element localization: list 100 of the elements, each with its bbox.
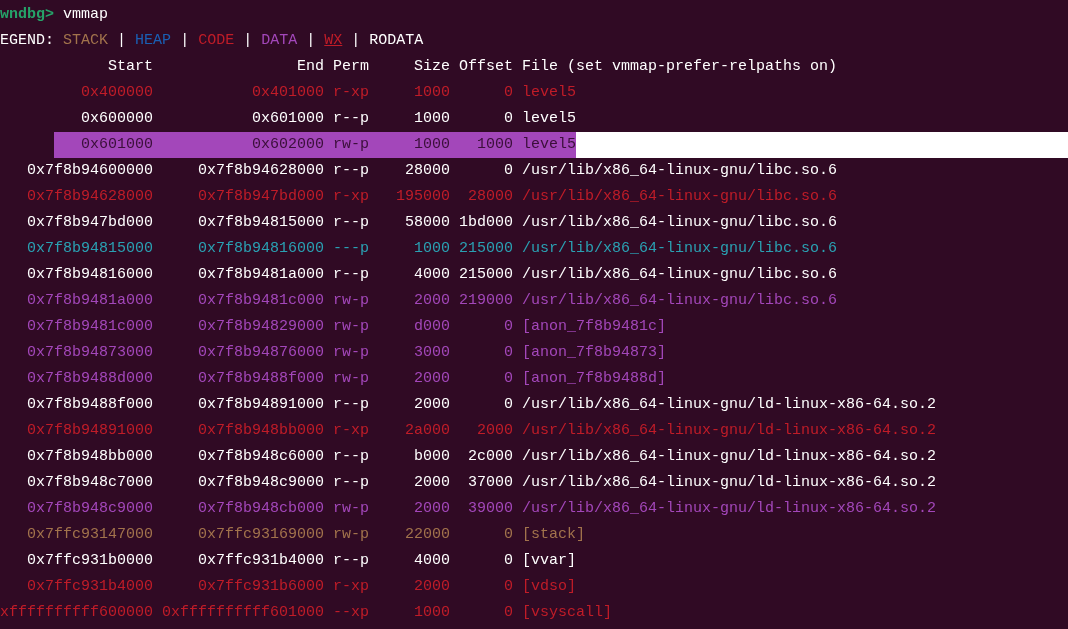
table-cell-text: 0: [503, 369, 514, 389]
table-cell-text: 2000: [413, 473, 451, 493]
table-cell-text: rw-p: [333, 135, 370, 155]
table-cell-text: xffffffffff600000: [0, 603, 153, 623]
table-cell-text: --xp: [333, 603, 370, 623]
table-cell-text: 0x601000: [251, 109, 325, 129]
table-cell-text: 1bd000: [458, 213, 514, 233]
table-cell-text: r--p: [333, 265, 370, 285]
table-cell-text: 0: [503, 317, 514, 337]
table-cell-text: r--p: [333, 161, 370, 181]
command-text: vmmap: [63, 6, 109, 23]
table-cell-text: r-xp: [333, 187, 370, 207]
table-cell-text: 0: [503, 109, 514, 129]
table-cell-text: 0x7ffc93169000: [197, 525, 325, 545]
table-cell-text: 2000: [413, 395, 451, 415]
table-cell-text: 1000: [413, 239, 451, 259]
table-cell-text: level5: [522, 83, 577, 103]
legend-item: DATA: [261, 32, 298, 49]
table-cell-text: /usr/lib/x86_64-linux-gnu/ld-linux-x86-64.so.2: [522, 499, 937, 519]
table-cell-text: 0x7f8b948bb000: [26, 447, 153, 467]
table-cell-text: 2000: [413, 577, 451, 597]
legend-separator: |: [351, 32, 361, 49]
table-cell-text: 28000: [467, 187, 514, 207]
table-cell-text: 0x7f8b9488f000: [197, 369, 325, 389]
table-cell-text: rw-p: [333, 525, 370, 545]
table-cell-text: /usr/lib/x86_64-linux-gnu/libc.so.6: [522, 187, 838, 207]
table-cell-text: 0x7f8b948c6000: [197, 447, 325, 467]
table-cell-text: 2c000: [467, 447, 514, 467]
table-cell-text: 1000: [413, 109, 451, 129]
table-cell-text: 0x7f8b9488f000: [26, 395, 153, 415]
table-cell-text: /usr/lib/x86_64-linux-gnu/ld-linux-x86-64.so.2: [522, 421, 937, 441]
table-cell-text: /usr/lib/x86_64-linux-gnu/ld-linux-x86-64.so.2: [522, 473, 937, 493]
table-cell-text: 0x7f8b947bd000: [197, 187, 325, 207]
table-cell-text: 0x7f8b9481a000: [26, 291, 153, 311]
table-cell-text: 1000: [476, 135, 514, 155]
table-cell-text: 0: [503, 577, 514, 597]
table-cell-text: 0x602000: [251, 135, 325, 155]
column-header: Offset: [458, 57, 514, 77]
table-cell-text: 215000: [458, 239, 514, 259]
table-cell-text: 215000: [458, 265, 514, 285]
table-cell-text: 0x7ffc931b4000: [26, 577, 153, 597]
table-cell-text: 0x7f8b948cb000: [197, 499, 325, 519]
legend-separator: |: [180, 32, 190, 49]
table-cell-text: 4000: [413, 551, 451, 571]
table-cell-text: 37000: [467, 473, 514, 493]
table-cell-text: 219000: [458, 291, 514, 311]
legend-separator: |: [117, 32, 127, 49]
table-cell-text: rw-p: [333, 369, 370, 389]
table-cell-text: rw-p: [333, 343, 370, 363]
table-cell-text: 0x7f8b94829000: [197, 317, 325, 337]
table-cell-text: /usr/lib/x86_64-linux-gnu/ld-linux-x86-64.so.2: [522, 447, 937, 467]
legend-separator: |: [243, 32, 253, 49]
table-cell-text: 0x7f8b9481a000: [197, 265, 325, 285]
table-cell-text: d000: [413, 317, 451, 337]
table-cell-text: [stack]: [522, 525, 586, 545]
table-cell-text: 0x7f8b948c9000: [197, 473, 325, 493]
table-cell-text: 2000: [476, 421, 514, 441]
table-cell-text: /usr/lib/x86_64-linux-gnu/libc.so.6: [522, 213, 838, 233]
table-cell-text: 28000: [404, 161, 451, 181]
table-cell-text: 39000: [467, 499, 514, 519]
table-cell-text: 0x7f8b94628000: [197, 161, 325, 181]
legend-item: WX: [324, 32, 343, 49]
table-cell-text: r--p: [333, 395, 370, 415]
table-cell-text: 0: [503, 603, 514, 623]
table-cell-text: r--p: [333, 109, 370, 129]
table-cell-text: 58000: [404, 213, 451, 233]
table-cell-text: 0x7f8b94891000: [197, 395, 325, 415]
table-cell-text: 0: [503, 161, 514, 181]
table-cell-text: level5: [522, 109, 577, 129]
table-cell-text: 0: [503, 525, 514, 545]
prompt-text: wndbg>: [0, 6, 54, 23]
table-cell-text: r--p: [333, 213, 370, 233]
table-cell-text: 0x7f8b9488d000: [26, 369, 153, 389]
table-cell-text: 2000: [413, 291, 451, 311]
table-cell-text: [anon_7f8b9488d]: [522, 369, 667, 389]
table-cell-text: 0x401000: [251, 83, 325, 103]
table-cell-text: /usr/lib/x86_64-linux-gnu/libc.so.6: [522, 161, 838, 181]
table-cell-text: 1000: [413, 83, 451, 103]
column-header: Perm: [332, 57, 370, 77]
table-cell-text: 2000: [413, 499, 451, 519]
table-cell-text: 0x7f8b94815000: [26, 239, 153, 259]
table-cell-text: r--p: [333, 551, 370, 571]
table-cell-text: [vdso]: [522, 577, 577, 597]
table-cell-text: 0x7f8b94600000: [26, 161, 153, 181]
column-header: Start: [107, 57, 153, 77]
legend-label: EGEND:: [0, 32, 54, 49]
table-cell-text: 0: [503, 83, 514, 103]
table-cell-text: 0x7f8b94628000: [26, 187, 153, 207]
table-cell-text: /usr/lib/x86_64-linux-gnu/libc.so.6: [522, 291, 838, 311]
table-cell-text: 0x7f8b94873000: [26, 343, 153, 363]
column-header: End: [296, 57, 325, 77]
table-cell-text: 0xffffffffff601000: [161, 603, 325, 623]
table-cell-text: r-xp: [333, 421, 370, 441]
table-cell-text: 1000: [413, 603, 451, 623]
table-cell-text: 0x601000: [80, 135, 153, 155]
table-cell-text: 0: [503, 551, 514, 571]
table-cell-text: [vvar]: [522, 551, 577, 571]
table-cell-text: 0: [503, 343, 514, 363]
table-cell-text: 0x7ffc931b0000: [26, 551, 153, 571]
table-cell-text: 0: [503, 395, 514, 415]
